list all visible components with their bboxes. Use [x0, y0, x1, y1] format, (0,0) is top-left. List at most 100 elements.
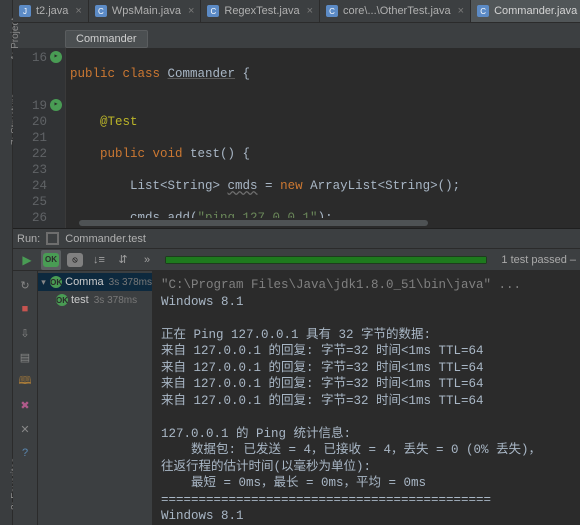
pin-button[interactable]: ✖ [17, 397, 33, 413]
tree-root[interactable]: ▾ OK Comma 3s 378ms [38, 273, 152, 291]
test-tree[interactable]: ▾ OK Comma 3s 378ms OK test 3s 378ms [38, 271, 153, 525]
run-label: Run: [17, 233, 40, 245]
layout-button[interactable]: ▤ [17, 349, 33, 365]
run-toolwindow-header[interactable]: Run: Commander.test [13, 228, 580, 249]
line-number: 16 [17, 50, 47, 66]
tab-commander[interactable]: C Commander.java × [471, 0, 580, 22]
tree-label: test [71, 294, 89, 306]
code-text: { [235, 67, 250, 81]
progress-fill [166, 257, 486, 263]
code-editor[interactable]: 16 19 20 21 22 23 24 25 26 ▸ ▸ public cl… [13, 48, 580, 228]
console-line: 数据包: 已发送 = 4，已接收 = 4，丢失 = 0 (0% 丢失)， [161, 443, 541, 457]
console-line: Windows 8.1 [161, 295, 244, 309]
line-number: 22 [17, 146, 47, 162]
status-ok-icon: OK [50, 276, 62, 288]
console-line: 127.0.0.1 的 Ping 统计信息: [161, 427, 351, 441]
ok-pill-icon: OK [43, 253, 59, 267]
tab-othertest[interactable]: C core\...\OtherTest.java × [320, 0, 471, 22]
tab-label: Commander.java [494, 5, 577, 17]
close-button[interactable]: ✕ [17, 421, 33, 437]
console-line: 来自 127.0.0.1 的回复: 字节=32 时间<1ms TTL=64 [161, 377, 484, 391]
close-icon[interactable]: × [458, 5, 464, 17]
expand-button[interactable]: ⇵ [113, 250, 133, 270]
java-class-icon: C [477, 5, 489, 17]
console-line: 来自 127.0.0.1 的回复: 字节=32 时间<1ms TTL=64 [161, 361, 484, 375]
help-button[interactable]: ? [17, 445, 33, 461]
tab-label: t2.java [36, 5, 68, 17]
close-icon[interactable]: × [307, 5, 313, 17]
test-progress-bar [165, 256, 487, 264]
java-class-icon: C [207, 5, 219, 17]
history-button[interactable]: 🕮 [17, 373, 33, 389]
stop-button[interactable]: ■ [17, 301, 33, 317]
run-side-toolbar: ↻ ■ ⇩ ▤ 🕮 ✖ ✕ ? [13, 271, 38, 525]
console-line: "C:\Program Files\Java\jdk1.8.0_51\bin\j… [161, 278, 521, 292]
tree-label: Comma [65, 276, 104, 288]
console-line: 最短 = 0ms，最长 = 0ms，平均 = 0ms [161, 476, 426, 490]
line-number: 21 [17, 130, 47, 146]
duration: 3s 378ms [94, 295, 137, 306]
gutter: 16 19 20 21 22 23 24 25 26 ▸ ▸ [13, 48, 66, 228]
test-config-icon [46, 232, 59, 245]
tab-regextest[interactable]: C RegexTest.java × [201, 0, 320, 22]
line-number [17, 82, 47, 98]
run-toolbar: ▶ OK ⦸ ↓≡ ⇵ » 1 test passed – [13, 249, 580, 271]
editor-tabs: J t2.java × C WpsMain.java × C RegexTest… [13, 0, 580, 23]
tab-wpsmain[interactable]: C WpsMain.java × [89, 0, 202, 22]
rerun-failed-button[interactable]: ↻ [17, 277, 33, 293]
console-line: Windows 8.1 [161, 509, 244, 523]
code-text: List<String> [70, 179, 228, 193]
line-number: 24 [17, 178, 47, 194]
tests-passed-label: 1 test passed – [501, 254, 580, 266]
run-gutter-icon[interactable]: ▸ [50, 51, 62, 63]
keyword: new [280, 179, 303, 193]
toggle-ignore-button[interactable]: ⦸ [65, 250, 85, 270]
java-file-icon: J [19, 5, 31, 17]
expand-icon[interactable]: ▾ [40, 277, 47, 288]
keyword: public void [70, 147, 190, 161]
console-line: 来自 127.0.0.1 的回复: 字节=32 时间<1ms TTL=64 [161, 394, 484, 408]
console-line: ========================================… [161, 493, 491, 507]
horizontal-scrollbar[interactable] [79, 218, 578, 228]
left-tool-rail: 1: Project 7: Structure 2: Favorites [0, 0, 13, 525]
code-body[interactable]: public class Commander { @Test public vo… [66, 48, 464, 228]
rerun-button[interactable]: ▶ [17, 250, 37, 270]
console-line: 正在 Ping 127.0.0.1 具有 32 字节的数据: [161, 328, 431, 342]
status-ok-icon: OK [56, 294, 68, 306]
code-text: () { [220, 147, 250, 161]
tree-test-node[interactable]: OK test 3s 378ms [38, 291, 152, 309]
close-icon[interactable]: × [188, 5, 194, 17]
tab-t2[interactable]: J t2.java × [13, 0, 89, 22]
tab-label: core\...\OtherTest.java [343, 5, 451, 17]
line-number: 23 [17, 162, 47, 178]
console-line: 往返行程的估计时间(以毫秒为单位): [161, 460, 371, 474]
code-text: ArrayList<String>(); [303, 179, 461, 193]
line-number [17, 66, 47, 82]
more-button[interactable]: » [137, 250, 157, 270]
line-number: 25 [17, 194, 47, 210]
annotation: @Test [70, 115, 138, 129]
code-text: = [258, 179, 281, 193]
breadcrumb[interactable]: Commander [65, 30, 148, 48]
console-line: 来自 127.0.0.1 的回复: 字节=32 时间<1ms TTL=64 [161, 344, 484, 358]
skip-pill-icon: ⦸ [67, 253, 83, 267]
class-name: Commander [168, 67, 236, 81]
sort-button[interactable]: ↓≡ [89, 250, 109, 270]
scrollbar-thumb[interactable] [79, 220, 428, 226]
duration: 3s 378ms [109, 277, 152, 288]
java-class-icon: C [326, 5, 338, 17]
keyword: public class [70, 67, 168, 81]
tab-label: WpsMain.java [112, 5, 181, 17]
run-config-name: Commander.test [65, 233, 146, 245]
console-output[interactable]: "C:\Program Files\Java\jdk1.8.0_51\bin\j… [153, 271, 580, 525]
variable: cmds [228, 179, 258, 193]
tab-label: RegexTest.java [224, 5, 299, 17]
line-number: 19 [17, 98, 47, 114]
java-class-icon: C [95, 5, 107, 17]
run-toolwindow-body: ↻ ■ ⇩ ▤ 🕮 ✖ ✕ ? ▾ OK Comma 3s 378ms OK t… [13, 271, 580, 525]
dump-button[interactable]: ⇩ [17, 325, 33, 341]
method-name: test [190, 147, 220, 161]
run-gutter-icon[interactable]: ▸ [50, 99, 62, 111]
close-icon[interactable]: × [75, 5, 81, 17]
toggle-pass-button[interactable]: OK [41, 250, 61, 270]
